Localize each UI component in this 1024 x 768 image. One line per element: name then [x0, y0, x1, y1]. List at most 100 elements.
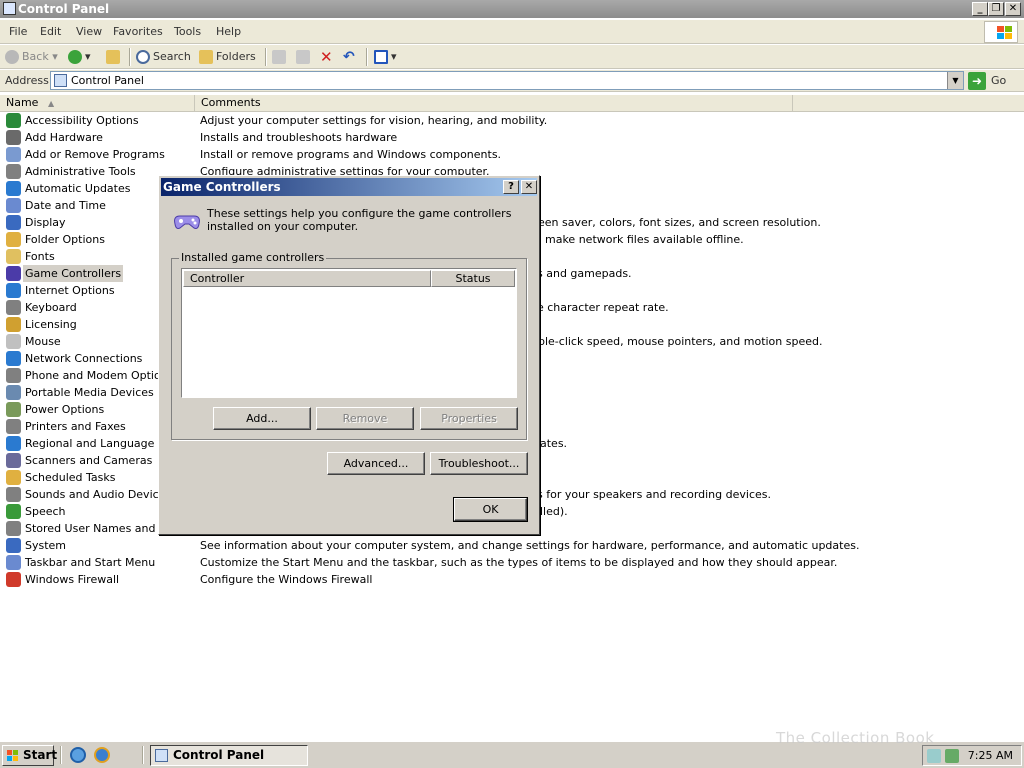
power-options-icon — [6, 402, 21, 417]
go-arrow-icon: ➜ — [968, 72, 986, 90]
fonts-icon — [6, 249, 21, 264]
address-value: Control Panel — [71, 74, 144, 87]
undo-icon: ↶ — [343, 49, 355, 65]
troubleshoot-button[interactable]: Troubleshoot... — [430, 452, 528, 475]
licensing-icon — [6, 317, 21, 332]
menu-file[interactable]: File — [9, 25, 27, 38]
menu-bar: File Edit View Favorites Tools Help — [0, 20, 1024, 44]
list-item-name: Licensing — [25, 318, 77, 331]
search-button[interactable]: Search — [136, 49, 191, 65]
tray-network-icon[interactable] — [945, 749, 959, 763]
stored-user-names-and-pas-icon — [6, 521, 21, 536]
list-item-name: Game Controllers — [23, 265, 124, 282]
dialog-help-button[interactable]: ? — [503, 180, 519, 194]
column-header-name[interactable]: Name ▲ — [0, 95, 195, 112]
views-button[interactable]: ▾ — [374, 49, 397, 65]
undo-button[interactable]: ↶ — [343, 49, 355, 65]
tray-tools-icon[interactable] — [927, 749, 941, 763]
minimize-button[interactable]: _ — [972, 2, 988, 16]
list-item-add-hardware[interactable]: Add Hardware — [5, 129, 193, 146]
remove-button[interactable]: Remove — [316, 407, 414, 430]
go-button[interactable]: ➜ Go — [968, 71, 1020, 91]
menu-edit[interactable]: Edit — [40, 25, 61, 38]
advanced-button[interactable]: Advanced... — [327, 452, 425, 475]
column-header-status[interactable]: Status — [431, 270, 515, 287]
list-item-comment: ble-click speed, mouse pointers, and mot… — [538, 335, 823, 348]
add-button[interactable]: Add... — [213, 407, 311, 430]
column-header-controller[interactable]: Controller — [183, 270, 431, 287]
administrative-tools-icon — [6, 164, 21, 179]
restore-button[interactable]: ❐ — [988, 2, 1004, 16]
list-item-name: Taskbar and Start Menu — [25, 556, 156, 569]
folders-button[interactable]: Folders — [199, 49, 256, 65]
sounds-and-audio-devices-icon — [6, 487, 21, 502]
dialog-close-button[interactable]: ✕ — [521, 180, 537, 194]
automatic-updates-icon — [6, 181, 21, 196]
list-item-taskbar-and-start-menu[interactable]: Taskbar and Start Menu — [5, 554, 193, 571]
window-titlebar[interactable]: Control Panel _ ❐ ✕ — [0, 0, 1024, 18]
back-button[interactable]: Back ▾ — [5, 49, 58, 65]
folder-options-icon — [6, 232, 21, 247]
menu-help[interactable]: Help — [216, 25, 241, 38]
dialog-titlebar[interactable]: Game Controllers ? ✕ — [161, 178, 537, 196]
list-item-add-or-remove-programs[interactable]: Add or Remove Programs — [5, 146, 193, 163]
ok-button[interactable]: OK — [453, 497, 528, 522]
taskbar-separator — [60, 746, 62, 764]
game-controllers-dialog: Game Controllers ? ✕ These settings help… — [158, 175, 540, 535]
close-button[interactable]: ✕ — [1005, 2, 1021, 16]
list-item-windows-firewall[interactable]: Windows Firewall — [5, 571, 193, 588]
watermark-text: The Collection Book — [776, 729, 935, 747]
properties-button[interactable]: Properties — [420, 407, 518, 430]
list-item-comment: make network files available offline. — [545, 233, 744, 246]
taskbar-control-panel-button[interactable]: Control Panel — [150, 745, 308, 766]
display-icon — [6, 215, 21, 230]
list-item-system[interactable]: System — [5, 537, 193, 554]
copy-to-button[interactable] — [296, 49, 313, 65]
list-item-name: Date and Time — [25, 199, 106, 212]
control-panel-icon — [54, 74, 67, 87]
list-item-name: Add or Remove Programs — [25, 148, 165, 161]
game-controllers-icon — [6, 266, 21, 281]
up-button[interactable] — [106, 49, 123, 65]
column-header-comments[interactable]: Comments — [195, 95, 793, 112]
list-item-comment: s and gamepads. — [537, 267, 632, 280]
list-item-name: Power Options — [25, 403, 105, 416]
list-item-name: Speech — [25, 505, 66, 518]
address-bar: Address Control Panel ▼ ➜ Go — [0, 70, 1024, 92]
menu-tools[interactable]: Tools — [174, 25, 201, 38]
list-item-name: Accessibility Options — [25, 114, 139, 127]
move-to-icon — [272, 50, 286, 64]
menu-favorites[interactable]: Favorites — [113, 25, 163, 38]
folder-up-icon — [106, 50, 120, 64]
list-item-comment: See information about your computer syst… — [200, 539, 860, 552]
list-item-name: Phone and Modem Options — [25, 369, 174, 382]
menu-view[interactable]: View — [76, 25, 102, 38]
add-or-remove-programs-icon — [6, 147, 21, 162]
printers-and-faxes-icon — [6, 419, 21, 434]
internet-explorer-icon[interactable] — [70, 747, 86, 763]
copy-to-icon — [296, 50, 310, 64]
clock[interactable]: 7:25 AM — [968, 749, 1013, 762]
add-hardware-icon — [6, 130, 21, 145]
start-button[interactable]: Start — [2, 745, 57, 766]
controllers-table[interactable]: Controller Status — [181, 268, 517, 398]
list-item-comment: Install or remove programs and Windows c… — [200, 148, 502, 161]
list-header: Name ▲ Comments — [0, 95, 1024, 112]
list-item-name: Keyboard — [25, 301, 77, 314]
forward-button[interactable]: ▾ — [68, 49, 91, 65]
move-to-button[interactable] — [272, 49, 289, 65]
forward-arrow-icon — [68, 50, 82, 64]
list-item-name: Scheduled Tasks — [25, 471, 116, 484]
address-dropdown-button[interactable]: ▼ — [947, 72, 963, 89]
control-panel-icon — [3, 2, 16, 15]
windows-media-icon[interactable] — [94, 747, 110, 763]
list-item-accessibility-options[interactable]: Accessibility Options — [5, 112, 193, 129]
speech-icon — [6, 504, 21, 519]
address-input[interactable]: Control Panel ▼ — [50, 71, 964, 90]
list-item-comment: s for your speakers and recording device… — [537, 488, 771, 501]
game-controller-icon — [174, 215, 200, 229]
delete-button[interactable]: ✕ — [320, 49, 333, 65]
address-label: Address — [5, 74, 49, 87]
list-item-comment: Installs and troubleshoots hardware — [200, 131, 398, 144]
list-item-name: Administrative Tools — [25, 165, 136, 178]
